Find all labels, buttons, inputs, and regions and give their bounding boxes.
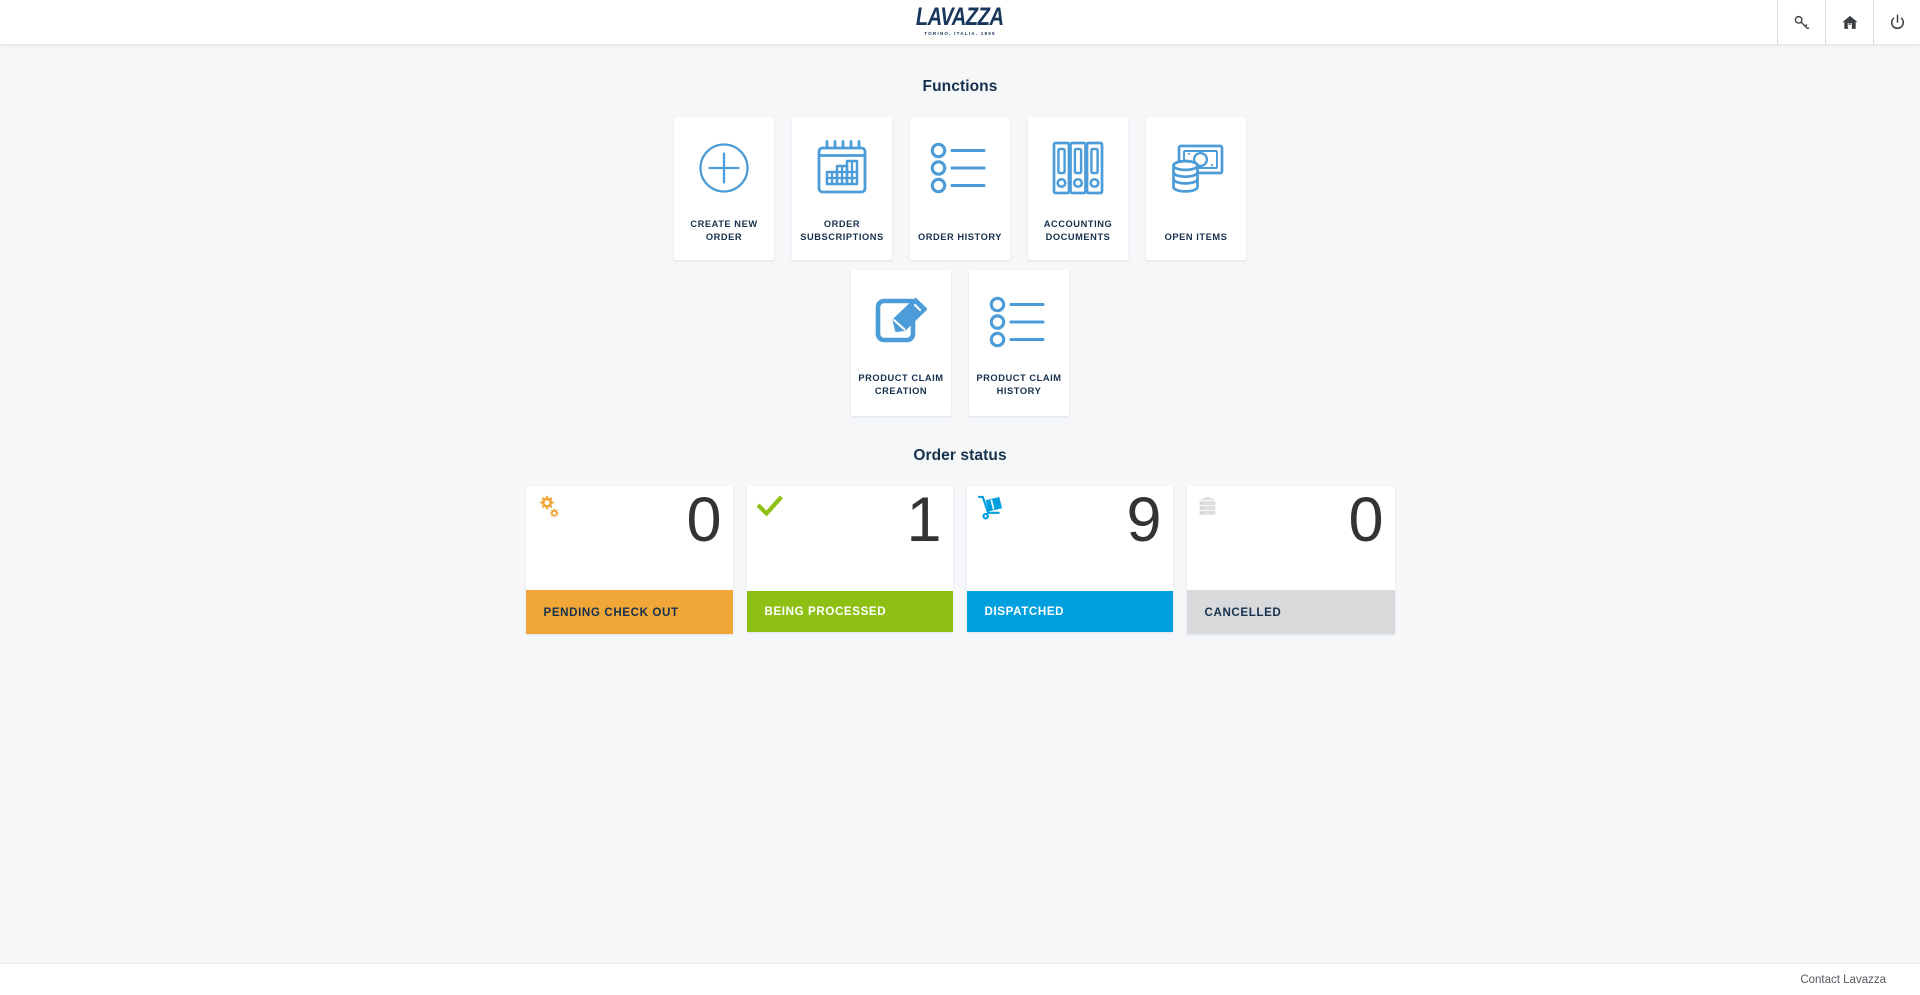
home-icon	[1841, 14, 1859, 31]
function-label: CREATE NEW ORDER	[690, 218, 758, 242]
function-card-product-claim-history[interactable]: PRODUCT CLAIM HISTORY	[969, 270, 1069, 416]
status-card-being-processed[interactable]: 1 BEING PROCESSED	[746, 485, 953, 632]
status-count: 0	[1348, 485, 1383, 555]
change-password-button[interactable]	[1777, 0, 1825, 45]
functions-heading: Functions	[922, 78, 998, 95]
status-card-body: 1	[747, 485, 953, 555]
status-card-cancelled[interactable]: 0 CANCELLED	[1186, 485, 1395, 634]
function-card-product-claim-creation[interactable]: PRODUCT CLAIM CREATION	[851, 270, 951, 416]
header-actions	[1777, 0, 1920, 45]
status-card-dispatched[interactable]: 9 DISPATCHED	[966, 485, 1173, 632]
power-icon	[1889, 14, 1906, 31]
order-status-row: 0 PENDING CHECK OUT 1 BEING PROCESSED 9 …	[0, 486, 1920, 634]
bullet-list-icon	[989, 284, 1049, 360]
order-status-heading: Order status	[913, 447, 1007, 464]
functions-row-secondary: PRODUCT CLAIM CREATION PRODUCT CLAIM HIS…	[0, 270, 1920, 416]
pencil-square-icon	[871, 284, 931, 360]
lavazza-logo[interactable]: LAVAZZA TORINO, ITALIA. 1895	[914, 4, 1005, 36]
function-label: PRODUCT CLAIM HISTORY	[976, 372, 1062, 396]
plus-circle-icon	[694, 131, 754, 205]
binders-icon	[1049, 131, 1107, 205]
function-card-order-subscriptions[interactable]: ORDER SUBSCRIPTIONS	[792, 117, 892, 260]
status-label: DISPATCHED	[966, 591, 1173, 632]
key-icon	[1793, 14, 1810, 31]
function-card-create-new-order[interactable]: CREATE NEW ORDER	[674, 117, 774, 260]
main-content: Functions CREATE NEW ORDER ORDER SUBSCRI…	[0, 45, 1920, 963]
stacked-boxes-icon	[1197, 495, 1225, 523]
bullet-list-icon	[930, 131, 990, 205]
contact-lavazza-link[interactable]: Contact Lavazza	[1800, 974, 1886, 986]
calendar-grid-icon	[814, 131, 870, 205]
function-label: ORDER SUBSCRIPTIONS	[800, 218, 884, 242]
status-count: 9	[1126, 485, 1161, 555]
app-header: LAVAZZA TORINO, ITALIA. 1895	[0, 0, 1920, 45]
logout-button[interactable]	[1873, 0, 1920, 45]
status-label: PENDING CHECK OUT	[525, 590, 733, 634]
status-count: 0	[686, 485, 721, 555]
logo-tagline: TORINO, ITALIA. 1895	[924, 30, 996, 36]
check-icon	[756, 495, 785, 523]
function-card-open-items[interactable]: OPEN ITEMS	[1146, 117, 1246, 260]
logo-wordmark: LAVAZZA	[916, 4, 1004, 32]
app-footer: Contact Lavazza	[0, 963, 1920, 995]
hand-truck-icon	[977, 495, 1005, 523]
function-label: OPEN ITEMS	[1164, 231, 1228, 242]
function-card-order-history[interactable]: ORDER HISTORY	[910, 117, 1010, 260]
status-label: BEING PROCESSED	[746, 591, 953, 632]
status-card-body: 0	[526, 485, 733, 555]
function-card-accounting-documents[interactable]: ACCOUNTING DOCUMENTS	[1028, 117, 1128, 260]
status-count: 1	[906, 485, 941, 555]
status-card-body: 0	[1187, 485, 1395, 555]
home-button[interactable]	[1825, 0, 1873, 45]
status-card-body: 9	[967, 485, 1173, 555]
gears-icon	[536, 495, 564, 523]
functions-row-primary: CREATE NEW ORDER ORDER SUBSCRIPTIONS ORD…	[0, 117, 1920, 260]
status-label: CANCELLED	[1186, 590, 1395, 634]
banknote-coins-icon	[1166, 131, 1226, 205]
function-label: ACCOUNTING DOCUMENTS	[1043, 218, 1113, 242]
function-label: ORDER HISTORY	[917, 231, 1003, 242]
function-label: PRODUCT CLAIM CREATION	[858, 372, 944, 396]
status-card-pending-check-out[interactable]: 0 PENDING CHECK OUT	[525, 485, 733, 634]
